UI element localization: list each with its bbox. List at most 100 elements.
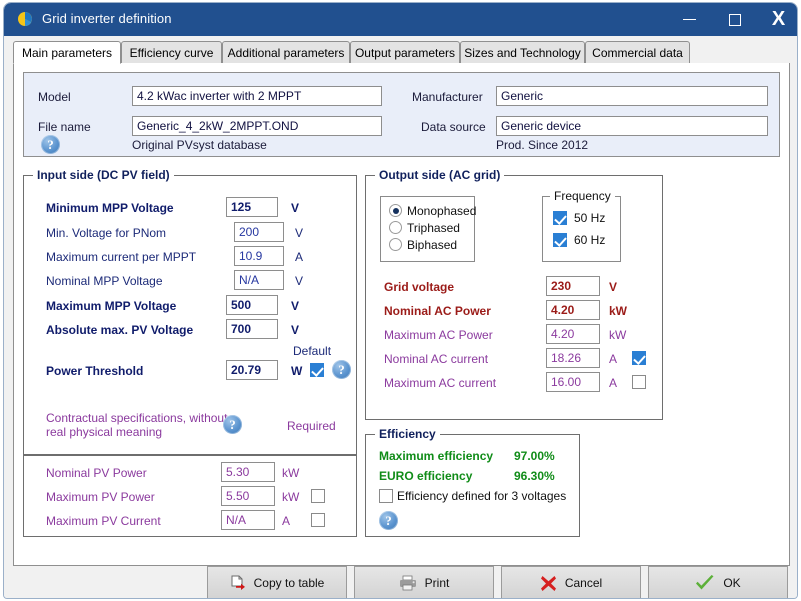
maximize-icon (729, 13, 741, 26)
minimum-mpp-voltage-input[interactable]: 125 (226, 197, 278, 217)
info-help-icon[interactable]: ? (41, 135, 60, 154)
maximum-ac-current-checkbox[interactable] (632, 375, 646, 389)
contractual-help-icon[interactable]: ? (223, 415, 242, 434)
copy-to-table-label: Copy to table (253, 576, 325, 590)
radio-biphased[interactable] (389, 238, 402, 251)
print-label: Print (424, 576, 450, 590)
data-source-label: Data source (421, 120, 486, 134)
minimum-mpp-voltage-label: Minimum MPP Voltage (46, 201, 174, 215)
tab-output-parameters[interactable]: Output parameters (350, 41, 460, 64)
frequency-50hz-checkbox[interactable] (553, 211, 567, 225)
frequency-60hz-checkbox[interactable] (553, 233, 567, 247)
phase-radio-group: Monophased Triphased Biphased (380, 196, 477, 262)
power-threshold-input[interactable]: 20.79 (226, 360, 278, 380)
device-info-panel: Model 4.2 kWac inverter with 2 MPPT File… (23, 72, 780, 157)
copy-to-table-icon (231, 575, 245, 590)
maximum-efficiency-label: Maximum efficiency (379, 449, 494, 463)
grid-voltage-input[interactable]: 230 (546, 276, 600, 296)
min-voltage-pnom-label: Min. Voltage for PNom (46, 226, 167, 240)
maximum-ac-current-label: Maximum AC current (384, 376, 497, 390)
frequency-title: Frequency (550, 189, 615, 203)
manufacturer-input[interactable]: Generic (496, 86, 768, 106)
print-button[interactable]: Print (354, 566, 494, 598)
nominal-ac-current-checkbox[interactable] (632, 351, 646, 365)
pvsyst-logo-icon (18, 12, 32, 26)
maximum-pv-power-label: Maximum PV Power (46, 490, 155, 504)
frequency-50hz-label: 50 Hz (574, 211, 606, 225)
euro-efficiency-value: 96.30% (514, 469, 555, 483)
nominal-pv-power-input[interactable]: 5.30 (221, 462, 275, 482)
tab-label: Efficiency curve (129, 45, 214, 60)
cancel-button[interactable]: Cancel (501, 566, 641, 598)
maximum-pv-power-input[interactable]: 5.50 (221, 486, 275, 506)
maximum-pv-current-label: Maximum PV Current (46, 514, 161, 528)
frequency-group: Frequency 50 Hz 60 Hz (542, 189, 621, 262)
maximum-pv-current-input[interactable]: N/A (221, 510, 275, 530)
absolute-max-pv-voltage-input[interactable]: 700 (226, 319, 278, 339)
tab-label: Additional parameters (227, 45, 345, 60)
data-source-input[interactable]: Generic device (496, 116, 768, 136)
tab-commercial-data[interactable]: Commercial data (585, 41, 690, 64)
maximum-ac-current-input[interactable]: 16.00 (546, 372, 600, 392)
maximum-pv-power-unit: kW (282, 490, 300, 504)
maximum-pv-current-required-checkbox[interactable] (311, 513, 325, 527)
maximize-button[interactable] (712, 3, 758, 36)
output-side-title: Output side (AC grid) (375, 168, 505, 182)
tab-label: Sizes and Technology (464, 45, 581, 60)
maximum-ac-power-label: Maximum AC Power (384, 328, 493, 342)
power-threshold-default-checkbox[interactable] (310, 363, 324, 377)
cancel-icon (540, 575, 556, 591)
window-title: Grid inverter definition (42, 11, 172, 26)
contractual-note-line1: Contractual specifications, without (46, 411, 228, 425)
minimize-button[interactable] (666, 3, 712, 36)
copy-to-table-button[interactable]: Copy to table (207, 566, 347, 598)
minimum-mpp-voltage-unit: V (291, 201, 300, 215)
maximum-ac-power-input[interactable]: 4.20 (546, 324, 600, 344)
efficiency-three-voltages-label: Efficiency defined for 3 voltages (397, 489, 567, 503)
title-bar: Grid inverter definition X (4, 3, 797, 36)
input-side-group: Input side (DC PV field) Minimum MPP Vol… (23, 168, 357, 455)
tab-label: Main parameters (21, 45, 113, 60)
nominal-mpp-voltage-label: Nominal MPP Voltage (46, 274, 163, 288)
model-input[interactable]: 4.2 kWac inverter with 2 MPPT (132, 86, 382, 106)
maximum-mpp-voltage-label: Maximum MPP Voltage (46, 299, 177, 313)
nominal-pv-power-label: Nominal PV Power (46, 466, 147, 480)
contractual-fields-group: Nominal PV Power 5.30 kW Maximum PV Powe… (23, 455, 357, 537)
print-icon (399, 575, 416, 591)
radio-biphased-label: Biphased (407, 238, 458, 252)
min-voltage-pnom-input[interactable]: 200 (234, 222, 284, 242)
production-note: Prod. Since 2012 (496, 138, 589, 152)
efficiency-help-icon[interactable]: ? (379, 511, 398, 530)
maximum-mpp-voltage-input[interactable]: 500 (226, 295, 278, 315)
radio-monophased-label: Monophased (407, 204, 477, 218)
tab-strip: Main parameters Efficiency curve Additio… (13, 41, 790, 64)
maximum-current-per-mppt-label: Maximum current per MPPT (46, 250, 197, 264)
nominal-mpp-voltage-input[interactable]: N/A (234, 270, 284, 290)
nominal-ac-current-input[interactable]: 18.26 (546, 348, 600, 368)
file-name-label: File name (38, 120, 91, 134)
manufacturer-label: Manufacturer (412, 90, 483, 104)
nominal-ac-power-input[interactable]: 4.20 (546, 300, 600, 320)
tab-additional-parameters[interactable]: Additional parameters (222, 41, 350, 64)
tab-main-parameters[interactable]: Main parameters (13, 41, 121, 64)
power-threshold-help-icon[interactable]: ? (332, 360, 351, 379)
nominal-ac-power-unit: kW (609, 304, 627, 318)
radio-monophased[interactable] (389, 204, 402, 217)
euro-efficiency-label: EURO efficiency (379, 469, 473, 483)
maximum-current-per-mppt-input[interactable]: 10.9 (234, 246, 284, 266)
efficiency-three-voltages-checkbox[interactable] (379, 489, 393, 503)
tab-sizes-and-technology[interactable]: Sizes and Technology (460, 41, 585, 64)
maximum-pv-power-required-checkbox[interactable] (311, 489, 325, 503)
absolute-max-pv-voltage-unit: V (291, 323, 300, 337)
required-label: Required (287, 419, 336, 433)
nominal-pv-power-unit: kW (282, 466, 300, 480)
close-button[interactable]: X (758, 3, 797, 36)
radio-triphased[interactable] (389, 221, 402, 234)
file-name-input[interactable]: Generic_4_2kW_2MPPT.OND (132, 116, 382, 136)
nominal-mpp-voltage-unit: V (295, 274, 304, 288)
tab-label: Commercial data (592, 45, 683, 60)
ok-button[interactable]: OK (648, 566, 788, 598)
tab-efficiency-curve[interactable]: Efficiency curve (121, 41, 222, 64)
grid-voltage-unit: V (609, 280, 618, 294)
cancel-label: Cancel (564, 576, 603, 590)
